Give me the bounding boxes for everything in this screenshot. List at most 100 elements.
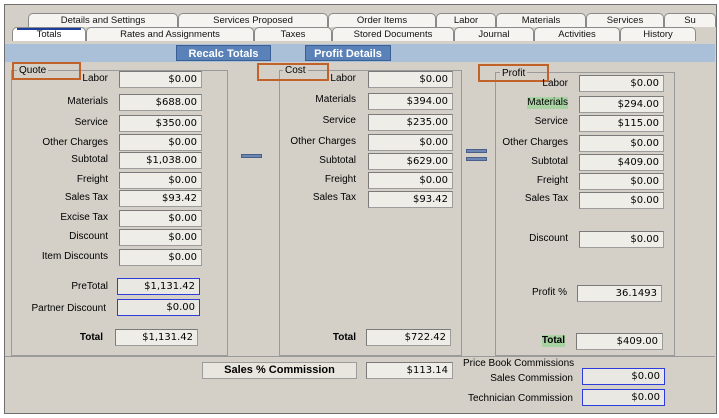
quote-materials-field[interactable]: $688.00 xyxy=(119,94,202,111)
profit-other-charges-field[interactable]: $0.00 xyxy=(579,135,664,152)
profit-details-button[interactable]: Profit Details xyxy=(305,45,391,61)
tab-taxes[interactable]: Taxes xyxy=(254,27,332,41)
totals-toolbar: Recalc Totals Profit Details xyxy=(5,44,715,62)
tab-services-proposed[interactable]: Services Proposed xyxy=(178,13,328,27)
quote-item-discounts-field[interactable]: $0.00 xyxy=(119,249,202,266)
cost-subtotal-field[interactable]: $629.00 xyxy=(368,153,453,170)
cost-subtotal-label: Subtotal xyxy=(319,155,356,166)
profit-sales-tax-field[interactable]: $0.00 xyxy=(579,192,664,209)
quote-labor-label: Labor xyxy=(82,73,108,84)
cost-labor-label: Labor xyxy=(330,73,356,84)
cost-labor-field[interactable]: $0.00 xyxy=(368,71,453,88)
sales-commission-label: Sales Commission xyxy=(490,373,573,384)
quote-freight-field[interactable]: $0.00 xyxy=(119,172,202,189)
quote-freight-label: Freight xyxy=(76,174,108,185)
quote-subtotal-field[interactable]: $1,038.00 xyxy=(119,152,202,169)
tab-label: Details and Settings xyxy=(60,15,146,26)
profit-service-label: Service xyxy=(534,116,568,127)
cost-group xyxy=(279,70,462,356)
tab-label: Activities xyxy=(558,29,596,40)
tab-stored-documents[interactable]: Stored Documents xyxy=(332,27,454,41)
tab-journal[interactable]: Journal xyxy=(454,27,534,41)
tab-services[interactable]: Services xyxy=(586,13,664,27)
equals-operator-top-icon xyxy=(466,149,487,153)
profit-freight-label: Freight xyxy=(536,175,568,186)
quote-pretotal-field[interactable]: $1,131.42 xyxy=(117,278,200,295)
profit-total-label: Total xyxy=(541,335,565,347)
quote-service-label: Service xyxy=(74,117,108,128)
profit-labor-field[interactable]: $0.00 xyxy=(579,75,664,92)
quote-partner-discount-label: Partner Discount xyxy=(31,303,106,314)
price-book-commissions-title: Price Book Commissions xyxy=(463,358,575,369)
cost-sales-tax-field[interactable]: $93.42 xyxy=(368,191,453,208)
profit-other-charges-label: Other Charges xyxy=(502,137,568,148)
tab-label: Totals xyxy=(36,29,62,40)
recalc-totals-button[interactable]: Recalc Totals xyxy=(176,45,271,61)
profit-discount-field[interactable]: $0.00 xyxy=(579,231,664,248)
quote-highlight-box xyxy=(12,62,81,80)
profit-materials-label: Materials xyxy=(527,97,568,109)
tab-totals[interactable]: Totals xyxy=(12,27,86,41)
cost-materials-label: Materials xyxy=(315,94,356,105)
tab-label: Stored Documents xyxy=(353,29,433,40)
cost-sales-tax-label: Sales Tax xyxy=(312,192,356,203)
cost-freight-field[interactable]: $0.00 xyxy=(368,172,453,189)
cost-other-charges-label: Other Charges xyxy=(290,136,356,147)
quote-excise-tax-label: Excise Tax xyxy=(60,212,108,223)
tab-materials[interactable]: Materials xyxy=(496,13,586,27)
tab-more[interactable]: Su xyxy=(664,13,716,27)
quote-other-charges-label: Other Charges xyxy=(42,137,108,148)
equals-operator-bottom-icon xyxy=(466,157,487,161)
quote-pretotal-label: PreTotal xyxy=(71,281,108,292)
cost-service-label: Service xyxy=(322,115,356,126)
sales-commission-field[interactable]: $0.00 xyxy=(582,368,665,385)
tab-labor[interactable]: Labor xyxy=(436,13,496,27)
technician-commission-label: Technician Commission xyxy=(467,393,573,404)
tab-details-and-settings[interactable]: Details and Settings xyxy=(28,13,178,27)
profit-subtotal-label: Subtotal xyxy=(531,156,568,167)
tab-rates-and-assignments[interactable]: Rates and Assignments xyxy=(86,27,254,41)
tab-label: Services xyxy=(606,15,644,26)
quote-total-field[interactable]: $1,131.42 xyxy=(115,329,198,346)
cost-materials-field[interactable]: $394.00 xyxy=(368,93,453,110)
tab-label: Taxes xyxy=(280,29,306,40)
profit-service-field[interactable]: $115.00 xyxy=(579,115,664,132)
quote-materials-label: Materials xyxy=(67,96,108,107)
quote-discount-label: Discount xyxy=(69,231,108,242)
tab-label: Labor xyxy=(453,15,479,26)
profit-subtotal-field[interactable]: $409.00 xyxy=(579,154,664,171)
cost-total-label: Total xyxy=(332,332,356,343)
quote-sales-tax-field[interactable]: $93.42 xyxy=(119,190,202,207)
quote-sales-tax-label: Sales Tax xyxy=(64,192,108,203)
cost-other-charges-field[interactable]: $0.00 xyxy=(368,134,453,151)
technician-commission-field[interactable]: $0.00 xyxy=(582,389,665,406)
cost-total-field[interactable]: $722.42 xyxy=(366,329,451,346)
quote-item-discounts-label: Item Discounts xyxy=(41,251,108,262)
profit-sales-tax-label: Sales Tax xyxy=(524,193,568,204)
tab-activities[interactable]: Activities xyxy=(534,27,620,41)
profit-labor-label: Labor xyxy=(542,78,568,89)
tab-history[interactable]: History xyxy=(620,27,696,41)
sales-pct-commission-field[interactable]: $113.14 xyxy=(366,362,453,379)
quote-labor-field[interactable]: $0.00 xyxy=(119,71,202,88)
quote-subtotal-label: Subtotal xyxy=(71,154,108,165)
tab-label: Materials xyxy=(521,15,561,26)
sales-pct-commission-label: Sales % Commission xyxy=(202,362,357,379)
profit-highlight-box xyxy=(478,64,549,82)
profit-materials-field[interactable]: $294.00 xyxy=(579,96,664,113)
cost-service-field[interactable]: $235.00 xyxy=(368,114,453,131)
profit-total-field[interactable]: $409.00 xyxy=(576,333,663,350)
minus-operator-icon xyxy=(241,154,262,158)
quote-excise-tax-field[interactable]: $0.00 xyxy=(119,210,202,227)
tab-label: Journal xyxy=(478,29,510,40)
quote-service-field[interactable]: $350.00 xyxy=(119,115,202,132)
profit-freight-field[interactable]: $0.00 xyxy=(579,173,664,190)
quote-discount-field[interactable]: $0.00 xyxy=(119,229,202,246)
profit-percent-label: Profit % xyxy=(531,287,567,298)
profit-percent-field[interactable]: 36.1493 xyxy=(577,285,662,302)
tab-order-items[interactable]: Order Items xyxy=(328,13,436,27)
cost-highlight-box xyxy=(257,63,329,81)
quote-partner-discount-field[interactable]: $0.00 xyxy=(117,299,200,316)
tab-label: History xyxy=(643,29,673,40)
quote-other-charges-field[interactable]: $0.00 xyxy=(119,134,202,151)
